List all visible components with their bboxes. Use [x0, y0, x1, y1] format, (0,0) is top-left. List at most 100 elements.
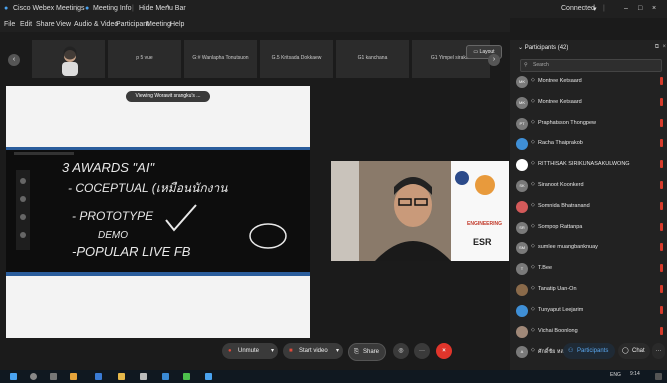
- menu-edit[interactable]: Edit: [20, 21, 32, 28]
- strip-next-button[interactable]: ›: [488, 54, 500, 66]
- mic-muted-icon[interactable]: [660, 285, 663, 293]
- participant-name: Siranoot Koonkerd: [538, 182, 584, 188]
- mic-muted-icon[interactable]: [660, 305, 663, 314]
- panel-more-button[interactable]: ···: [652, 343, 665, 359]
- menu-audio-video[interactable]: Audio & Video: [74, 21, 118, 28]
- close-window-button[interactable]: ×: [652, 5, 656, 12]
- chevron-down-icon: ▾: [270, 348, 274, 354]
- language-indicator[interactable]: ENG: [610, 372, 621, 378]
- meeting-info-button[interactable]: Meeting Info: [93, 5, 132, 12]
- mic-muted-icon[interactable]: [660, 97, 663, 106]
- mic-muted-icon[interactable]: [660, 77, 663, 85]
- participant-row[interactable]: SM ◇ sumlee muangbanknuay: [510, 239, 667, 257]
- participant-row[interactable]: MK ◇ Montree Ketsaard: [510, 73, 667, 91]
- strip-prev-button[interactable]: ‹: [8, 54, 20, 66]
- hide-menu-bar-button[interactable]: Hide Menu Bar: [139, 5, 186, 12]
- chrome-icon[interactable]: [183, 373, 190, 380]
- info-icon: ●: [85, 5, 90, 12]
- menu-view[interactable]: View: [56, 21, 71, 28]
- menu-participant[interactable]: Participant: [116, 21, 149, 28]
- unmute-button[interactable]: ● Unmute ▾: [222, 343, 278, 359]
- mic-muted-icon: ●: [228, 348, 232, 354]
- whiteboard-line: -POPULAR LIVE FB: [72, 244, 191, 259]
- mic-muted-icon[interactable]: [660, 139, 663, 148]
- mic-muted-icon[interactable]: [660, 181, 663, 189]
- menu-help[interactable]: Help: [170, 21, 184, 28]
- chevron-up-icon[interactable]: ^: [166, 5, 169, 12]
- clock-time[interactable]: 9:14: [630, 371, 640, 377]
- start-icon[interactable]: [10, 373, 17, 380]
- thumbnail-participant[interactable]: G.5 Kritsada Dokkaew: [260, 40, 333, 78]
- thumbnail-participant[interactable]: G1 kanchana: [336, 40, 409, 78]
- menu-meeting[interactable]: Meeting: [146, 21, 171, 28]
- file-explorer-icon[interactable]: [118, 373, 125, 380]
- device-icon: ◇: [531, 181, 535, 187]
- avatar: [516, 284, 528, 296]
- avatar: [516, 200, 528, 213]
- viewing-banner[interactable]: Viewing Worawit srangku's ...: [126, 91, 210, 102]
- participant-search-input[interactable]: ⚲ Search: [520, 59, 662, 72]
- avatar: MK: [516, 96, 528, 109]
- participant-row[interactable]: SR ◇ Sompop Rattanpa: [510, 219, 667, 237]
- search-icon[interactable]: [30, 373, 37, 380]
- mic-muted-icon[interactable]: [660, 222, 663, 231]
- mic-muted-icon[interactable]: [660, 201, 663, 210]
- start-video-button[interactable]: ■ Start video ▾: [283, 343, 343, 359]
- participant-row[interactable]: MK ◇ Montree Ketsaard: [510, 94, 667, 112]
- mic-muted-icon[interactable]: [660, 243, 663, 252]
- chevron-down-icon[interactable]: ▾: [593, 5, 597, 13]
- browser-icon[interactable]: [70, 373, 77, 380]
- mail-icon[interactable]: [162, 373, 169, 380]
- participant-row[interactable]: T ◇ T.Bee: [510, 260, 667, 278]
- participant-row[interactable]: ◇ Tunyaput Leejarim: [510, 302, 667, 320]
- thumbnail-participant[interactable]: p 5 vue: [108, 40, 181, 78]
- separator: |: [76, 5, 78, 12]
- menu-file[interactable]: File: [4, 21, 15, 28]
- maximize-button[interactable]: □: [638, 5, 642, 12]
- mic-muted-icon[interactable]: [660, 160, 663, 169]
- popout-icon[interactable]: ⧉: [655, 44, 659, 51]
- connection-status[interactable]: Connected: [561, 5, 595, 12]
- thumbnail-participant[interactable]: G:# Wanlapha Tonutsuon: [184, 40, 257, 78]
- close-panel-icon[interactable]: ×: [662, 44, 666, 50]
- chat-icon: ◯: [622, 348, 629, 354]
- more-options-button[interactable]: ···: [414, 343, 430, 359]
- chat-button[interactable]: ◯ Chat: [618, 343, 650, 359]
- participant-row[interactable]: SK ◇ Siranoot Koonkerd: [510, 177, 667, 195]
- search-icon: ⚲: [524, 62, 528, 68]
- webex-taskbar-icon[interactable]: [205, 373, 212, 380]
- share-icon: ⎘: [354, 349, 359, 355]
- participant-name: T.Bee: [538, 265, 553, 272]
- store-icon[interactable]: [140, 373, 147, 380]
- participant-row[interactable]: ◇ Somnida Bhatranand: [510, 198, 667, 216]
- whiteboard-tabs: [14, 152, 74, 155]
- panel-title[interactable]: ⌄ Participants (42): [518, 44, 568, 51]
- record-button[interactable]: ◎: [393, 343, 409, 359]
- participant-row[interactable]: PT ◇ Praphatsson Thongpew: [510, 115, 667, 133]
- participant-row[interactable]: ◇ Racha Thaiprakob: [510, 135, 667, 153]
- mic-muted-icon[interactable]: [660, 326, 663, 335]
- avatar: SK: [516, 180, 528, 192]
- leave-meeting-button[interactable]: ×: [436, 343, 452, 359]
- separator: |: [603, 5, 605, 12]
- thumbnail-video[interactable]: [32, 40, 105, 78]
- menu-share[interactable]: Share: [36, 21, 55, 28]
- participant-name: Montree Ketsaard: [538, 98, 582, 105]
- device-icon: ◇: [531, 77, 535, 83]
- record-icon: ◎: [398, 348, 404, 354]
- mic-muted-icon[interactable]: [660, 264, 663, 273]
- minimize-button[interactable]: –: [624, 5, 628, 12]
- participant-row[interactable]: ◇ Tanatip Uan-On: [510, 281, 667, 299]
- engineering-logo-icon: [475, 175, 495, 195]
- device-icon: ◇: [531, 139, 535, 146]
- edge-icon[interactable]: [95, 373, 102, 380]
- os-taskbar: ENG 9:14: [0, 370, 667, 383]
- participants-button[interactable]: ⚇ Participants: [563, 343, 615, 359]
- mic-muted-icon[interactable]: [660, 118, 663, 127]
- participant-row[interactable]: ◇ RITTHISAK SIRIKUNASAKULWONG: [510, 156, 667, 174]
- participant-row[interactable]: ◇ Vichai Boonlong: [510, 323, 667, 341]
- share-button[interactable]: ⎘ Share: [348, 343, 386, 361]
- task-view-icon[interactable]: [50, 373, 57, 380]
- notification-icon[interactable]: [655, 373, 662, 380]
- menu-bar: File Edit Share View Audio & Video Parti…: [0, 18, 510, 32]
